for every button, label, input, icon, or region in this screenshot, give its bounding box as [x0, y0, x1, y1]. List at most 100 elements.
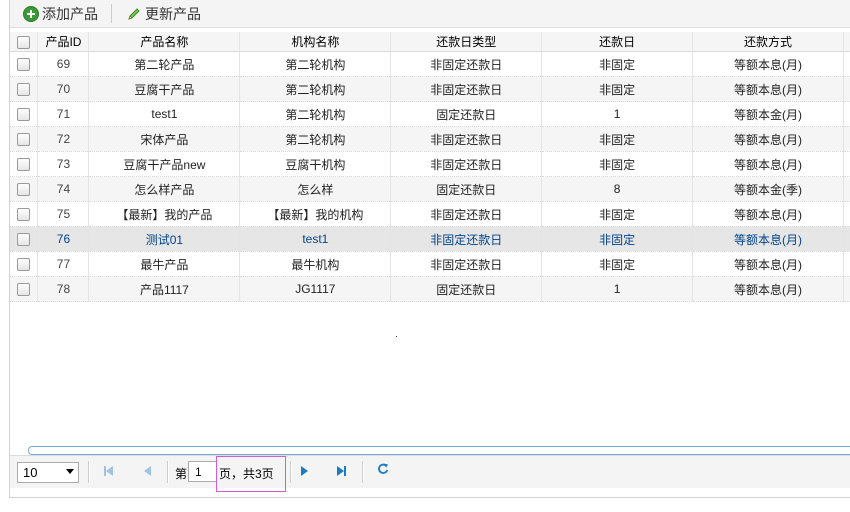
cell-extra: [843, 126, 850, 152]
cell-repay-method: 等额本息(月): [692, 251, 844, 277]
select-all-checkbox[interactable]: [17, 35, 31, 49]
cell-extra: [843, 51, 850, 77]
select-all-checkbox-cell[interactable]: [10, 32, 39, 52]
cell-repay-method: 等额本息(月): [692, 51, 844, 77]
cell-repay-day: 1: [541, 276, 694, 302]
cell-id: 73: [37, 151, 90, 177]
cell-repay-day: 非固定: [541, 126, 694, 152]
row-checkbox[interactable]: [17, 58, 31, 72]
table-row[interactable]: 78 产品1117 JG1117 固定还款日 1 等额本息(月): [10, 276, 850, 302]
cell-extra: [843, 201, 850, 227]
first-page-button[interactable]: [103, 465, 115, 477]
cell-org-name: JG1117: [239, 276, 392, 302]
cell-extra: [843, 76, 850, 102]
row-checkbox[interactable]: [17, 133, 31, 147]
cell-repay-day: 非固定: [541, 226, 694, 252]
row-checkbox-cell[interactable]: [10, 251, 39, 277]
table-row[interactable]: 75 【最新】我的产品 【最新】我的机构 非固定还款日 非固定 等额本息(月): [10, 201, 850, 227]
cell-product-name: 宋体产品: [88, 126, 241, 152]
column-header-method[interactable]: 还款方式: [692, 32, 844, 52]
row-checkbox[interactable]: [17, 208, 31, 222]
cell-id: 75: [37, 201, 90, 227]
chevron-down-icon: [66, 469, 74, 474]
cell-product-name: 测试01: [88, 226, 241, 252]
horizontal-scrollbar[interactable]: [28, 446, 850, 455]
cell-org-name: 第二轮机构: [239, 101, 392, 127]
pager-divider: [362, 461, 364, 483]
table-row[interactable]: 77 最牛产品 最牛机构 非固定还款日 非固定 等额本息(月): [10, 251, 850, 277]
table-row[interactable]: 74 怎么样产品 怎么样 固定还款日 8 等额本金(季): [10, 176, 850, 202]
table-row[interactable]: 71 test1 第二轮机构 固定还款日 1 等额本金(月): [10, 101, 850, 127]
cell-repay-method: 等额本息(月): [692, 226, 844, 252]
refresh-button[interactable]: [377, 463, 389, 475]
cell-id: 69: [37, 51, 90, 77]
product-grid-panel: 添加产品 更新产品 产品ID 产品名称 机构名称 还款日类型 还款日 还款方式 …: [9, 0, 850, 498]
cell-repay-day-type: 非固定还款日: [390, 201, 543, 227]
cell-product-name: 最牛产品: [88, 251, 241, 277]
row-checkbox-cell[interactable]: [10, 126, 39, 152]
row-checkbox-cell[interactable]: [10, 201, 39, 227]
cell-product-name: test1: [88, 101, 241, 127]
row-checkbox-cell[interactable]: [10, 101, 39, 127]
update-product-button[interactable]: 更新产品: [126, 4, 201, 24]
table-row[interactable]: 69 第二轮产品 第二轮机构 非固定还款日 非固定 等额本息(月): [10, 51, 850, 77]
next-page-button[interactable]: [299, 465, 311, 477]
next-page-icon: [301, 466, 308, 476]
cell-extra: [843, 101, 850, 127]
pencil-icon: [126, 6, 142, 22]
add-product-button[interactable]: 添加产品: [23, 4, 98, 24]
row-checkbox-cell[interactable]: [10, 151, 39, 177]
column-header-day[interactable]: 还款日: [541, 32, 694, 52]
cell-repay-method: 等额本息(月): [692, 201, 844, 227]
page-number-input[interactable]: 1: [188, 461, 217, 482]
row-checkbox-cell[interactable]: [10, 51, 39, 77]
row-checkbox[interactable]: [17, 108, 31, 122]
toolbar: 添加产品 更新产品: [10, 0, 850, 28]
row-checkbox[interactable]: [17, 183, 31, 197]
last-page-button[interactable]: [336, 465, 348, 477]
cell-org-name: 豆腐干机构: [239, 151, 392, 177]
table-row[interactable]: 70 豆腐干产品 第二轮机构 非固定还款日 非固定 等额本息(月): [10, 76, 850, 102]
cell-org-name: test1: [239, 226, 392, 252]
toolbar-divider: [111, 4, 112, 23]
cell-extra: [843, 176, 850, 202]
column-header-id[interactable]: 产品ID: [37, 32, 90, 52]
row-checkbox-cell[interactable]: [10, 76, 39, 102]
cell-repay-method: 等额本金(月): [692, 101, 844, 127]
cell-org-name: 第二轮机构: [239, 126, 392, 152]
stray-dot: [396, 336, 397, 337]
cell-extra: [843, 226, 850, 252]
cell-org-name: 怎么样: [239, 176, 392, 202]
cell-repay-method: 等额本息(月): [692, 126, 844, 152]
cell-repay-day: 非固定: [541, 151, 694, 177]
cell-repay-day-type: 非固定还款日: [390, 126, 543, 152]
column-header-name[interactable]: 产品名称: [88, 32, 241, 52]
cell-id: 74: [37, 176, 90, 202]
row-checkbox[interactable]: [17, 158, 31, 172]
row-checkbox-cell[interactable]: [10, 276, 39, 302]
row-checkbox-cell[interactable]: [10, 226, 39, 252]
cell-repay-day-type: 非固定还款日: [390, 226, 543, 252]
cell-repay-method: 等额本息(月): [692, 151, 844, 177]
row-checkbox-cell[interactable]: [10, 176, 39, 202]
cell-product-name: 【最新】我的产品: [88, 201, 241, 227]
cell-id: 70: [37, 76, 90, 102]
column-header-day-type[interactable]: 还款日类型: [390, 32, 543, 52]
row-checkbox[interactable]: [17, 258, 31, 272]
cell-repay-day-type: 非固定还款日: [390, 76, 543, 102]
cell-id: 78: [37, 276, 90, 302]
cell-repay-day: 非固定: [541, 51, 694, 77]
column-header-org[interactable]: 机构名称: [239, 32, 392, 52]
add-product-label: 添加产品: [42, 6, 98, 22]
table-row[interactable]: 73 豆腐干产品new 豆腐干机构 非固定还款日 非固定 等额本息(月): [10, 151, 850, 177]
row-checkbox[interactable]: [17, 83, 31, 97]
row-checkbox[interactable]: [17, 233, 31, 247]
page-size-select[interactable]: 10: [17, 462, 79, 483]
cell-org-name: 最牛机构: [239, 251, 392, 277]
cell-repay-method: 等额本金(季): [692, 176, 844, 202]
last-page-icon: [337, 466, 344, 476]
row-checkbox[interactable]: [17, 283, 31, 297]
table-row[interactable]: 72 宋体产品 第二轮机构 非固定还款日 非固定 等额本息(月): [10, 126, 850, 152]
prev-page-button[interactable]: [142, 465, 154, 477]
table-row[interactable]: 76 测试01 test1 非固定还款日 非固定 等额本息(月): [10, 226, 850, 252]
